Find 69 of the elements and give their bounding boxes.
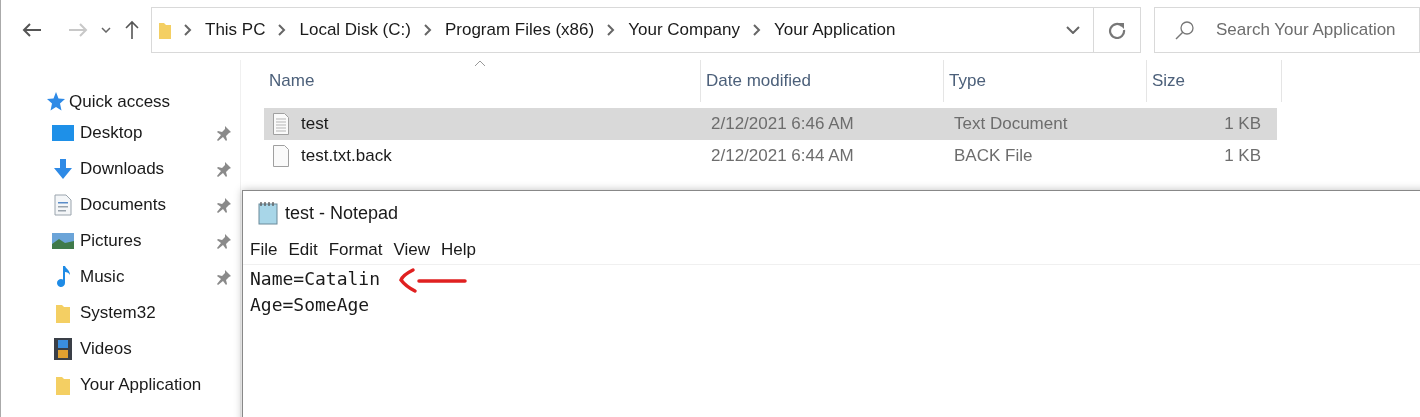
pin-icon[interactable] xyxy=(216,161,232,177)
music-note-icon xyxy=(55,266,71,288)
document-icon xyxy=(54,194,72,216)
text-editor[interactable]: Name=Catalin Age=SomeAge xyxy=(243,265,1420,318)
column-header[interactable]: Date modified xyxy=(701,60,944,102)
text-line: Name=Catalin xyxy=(250,267,381,291)
arrow-annotation-drawing xyxy=(399,267,467,295)
chevron-right-icon xyxy=(184,24,192,36)
breadcrumb-item[interactable]: Local Disk (C:) xyxy=(299,17,411,43)
caret-down-icon xyxy=(1066,26,1080,34)
sort-caret-icon xyxy=(474,60,486,67)
search-icon xyxy=(1175,20,1195,40)
text-line: Age=SomeAge xyxy=(250,293,370,317)
column-header[interactable]: Name xyxy=(264,60,701,102)
refresh-icon xyxy=(1108,21,1126,39)
type-cell-text: BACK File xyxy=(953,145,1034,168)
up-arrow-icon xyxy=(124,20,140,40)
window-title: test - Notepad xyxy=(285,201,399,225)
blank-file-icon xyxy=(273,145,289,167)
file-row[interactable]: test 2/12/2021 6:46 AM Text Document 1 KB xyxy=(264,108,1277,140)
notepad-icon xyxy=(257,201,279,225)
type-cell-text: Text Document xyxy=(953,113,1069,136)
pin-icon[interactable] xyxy=(216,233,232,249)
date-cell-text: 2/12/2021 6:44 AM xyxy=(710,145,855,168)
folder-icon xyxy=(56,375,70,395)
forward-arrow-icon xyxy=(68,22,88,38)
sidebar-item[interactable]: Downloads xyxy=(1,151,240,187)
sidebar-item[interactable]: Your Application xyxy=(1,367,240,403)
desktop-icon xyxy=(52,125,74,141)
breadcrumb-item[interactable]: Your Company xyxy=(628,17,741,43)
landscape-picture-icon xyxy=(52,233,74,249)
breadcrumb-item[interactable]: Program Files (x86) xyxy=(444,17,595,43)
menu-item[interactable]: View xyxy=(393,236,431,263)
caret-down-icon xyxy=(101,27,111,33)
date-cell-text: 2/12/2021 6:46 AM xyxy=(710,113,855,136)
sidebar-item[interactable]: System32 xyxy=(1,295,240,331)
size-cell-text: 1 KB xyxy=(1223,145,1262,168)
sidebar-item[interactable]: Videos xyxy=(1,331,240,367)
sidebar-item[interactable]: Desktop xyxy=(1,115,240,151)
folder-icon xyxy=(159,21,171,39)
chevron-right-icon xyxy=(753,24,762,36)
menu-item[interactable]: Help xyxy=(441,236,477,263)
chevron-right-icon xyxy=(278,24,287,36)
film-strip-icon xyxy=(54,338,72,360)
pin-icon[interactable] xyxy=(216,269,232,285)
address-bar[interactable]: This PC Local Disk (C:) Program Files (x86) Your Company Your Application xyxy=(151,7,1141,53)
back-arrow-icon xyxy=(22,22,42,38)
file-name: test.txt.back xyxy=(301,145,392,168)
chevron-right-icon xyxy=(423,24,432,36)
pin-icon[interactable] xyxy=(216,197,232,213)
sidebar-item[interactable]: Music xyxy=(1,259,240,295)
sidebar-item[interactable]: Pictures xyxy=(1,223,240,259)
pin-icon[interactable] xyxy=(216,125,232,141)
down-arrow-icon xyxy=(53,159,73,179)
menu-item[interactable]: Format xyxy=(328,236,383,263)
breadcrumb-item[interactable]: Your Application xyxy=(774,17,896,43)
text-file-icon xyxy=(273,113,289,135)
menu-item[interactable]: Edit xyxy=(288,236,318,263)
quick-access-item[interactable]: Quick access xyxy=(1,89,240,115)
column-header[interactable]: Size xyxy=(1147,60,1282,102)
column-header[interactable]: Type xyxy=(944,60,1147,102)
folder-icon xyxy=(56,303,70,323)
breadcrumb-item[interactable]: This PC xyxy=(205,17,266,43)
size-cell-text: 1 KB xyxy=(1223,113,1262,136)
menu-item[interactable]: File xyxy=(250,236,278,263)
sidebar-item[interactable]: Documents xyxy=(1,187,240,223)
search-field[interactable]: Search Your Application xyxy=(1154,7,1420,53)
file-name: test xyxy=(301,113,329,136)
chevron-right-icon xyxy=(607,24,616,36)
